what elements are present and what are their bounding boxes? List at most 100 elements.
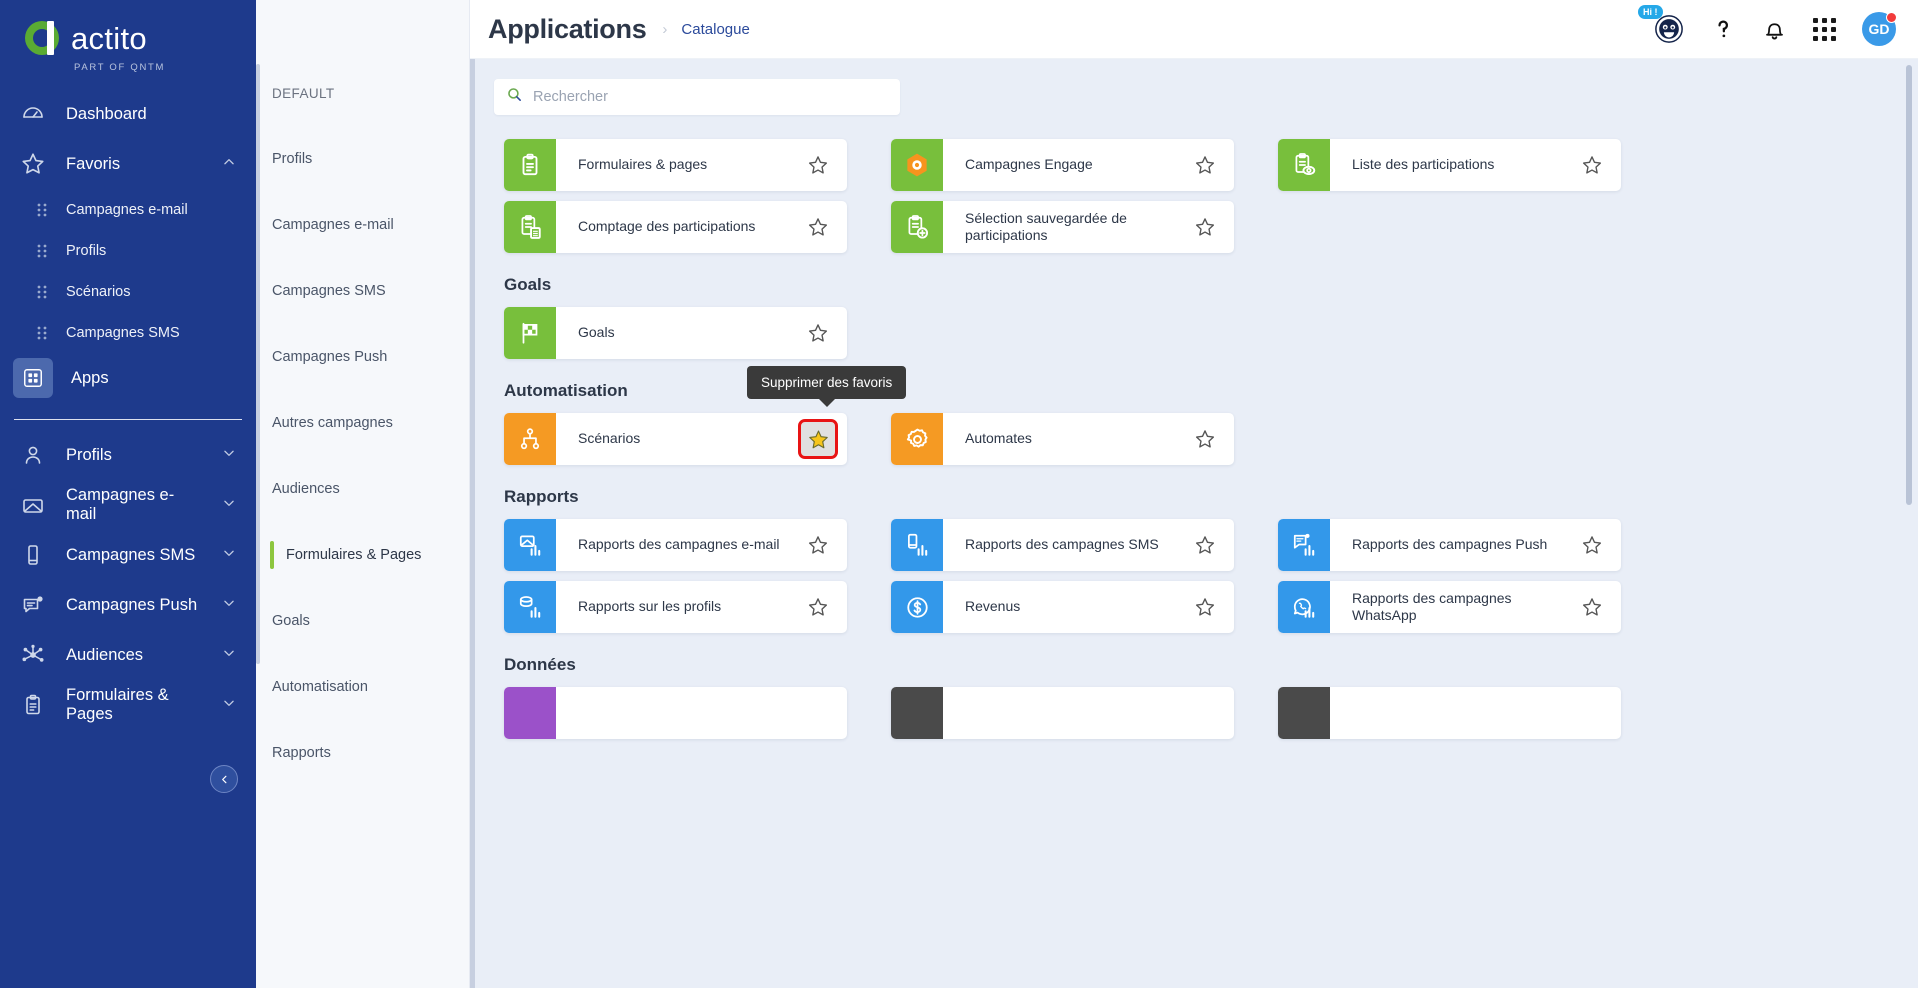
- favorite-star-icon[interactable]: [1188, 528, 1222, 562]
- sidebar-item-label: Campagnes Push: [66, 595, 198, 614]
- app-card-donnees-3[interactable]: [1278, 687, 1621, 739]
- app-card-revenus[interactable]: Revenus: [891, 581, 1234, 633]
- favorite-star-icon[interactable]: [801, 210, 835, 244]
- envelope-icon: [18, 490, 48, 520]
- clipboard-eye-icon: [1278, 139, 1330, 191]
- section-formulaires-grid: Formulaires & pages Campagnes Engage Lis…: [504, 139, 1888, 253]
- category-item-audiences[interactable]: Audiences: [256, 456, 469, 522]
- favorite-star-icon[interactable]: [801, 528, 835, 562]
- question-mark-icon[interactable]: [1710, 16, 1736, 42]
- section-title-goals: Goals: [504, 275, 552, 294]
- sidebar-subitem-profils[interactable]: Profils: [0, 230, 256, 271]
- app-card-donnees-2[interactable]: [891, 687, 1234, 739]
- section-goals-grid: Goals: [504, 307, 1888, 359]
- app-card-donnees-1[interactable]: [504, 687, 847, 739]
- catalogue-body: Formulaires & pages: [470, 59, 1918, 759]
- checkered-flag-icon: [504, 307, 556, 359]
- favorite-star-icon[interactable]: [1188, 590, 1222, 624]
- category-item-autres-campagnes[interactable]: Autres campagnes: [256, 390, 469, 456]
- chevron-down-icon[interactable]: [222, 646, 236, 665]
- app-card-label: Sélection sauvegardée de participations: [965, 209, 1127, 244]
- favorite-star-icon[interactable]: [801, 316, 835, 350]
- chevron-up-icon[interactable]: [222, 155, 236, 174]
- app-card-campagnes-engage[interactable]: Campagnes Engage: [891, 139, 1234, 191]
- app-card-liste-participations[interactable]: Liste des participations: [1278, 139, 1621, 191]
- category-item-campagnes-sms[interactable]: Campagnes SMS: [256, 258, 469, 324]
- sidebar-subitem-campagnes-email[interactable]: Campagnes e-mail: [0, 189, 256, 230]
- gear-icon: [891, 413, 943, 465]
- category-item-automatisation[interactable]: Automatisation: [256, 654, 469, 720]
- favorite-star-icon[interactable]: [1188, 422, 1222, 456]
- main-scrollbar[interactable]: [1906, 65, 1912, 505]
- favorite-star-icon-active[interactable]: [798, 419, 838, 459]
- app-card-rapports-campagnes-push[interactable]: Rapports des campagnes Push: [1278, 519, 1621, 571]
- sidebar-item-campagnes-email[interactable]: Campagnes e-mail: [0, 480, 256, 530]
- sidebar-item-campagnes-sms[interactable]: Campagnes SMS: [0, 530, 256, 580]
- sidebar-divider: [14, 419, 242, 420]
- app-card-label: Rapports des campagnes Push: [1352, 536, 1548, 553]
- favorite-star-icon[interactable]: [1188, 148, 1222, 182]
- chevron-down-icon[interactable]: [222, 546, 236, 565]
- sidebar-subitem-scenarios[interactable]: Scénarios: [0, 271, 256, 312]
- dashboard-icon: [18, 99, 48, 129]
- chevron-down-icon[interactable]: [222, 496, 236, 515]
- breadcrumb-catalogue[interactable]: Catalogue: [681, 21, 749, 38]
- sidebar-item-apps[interactable]: Apps: [0, 353, 256, 403]
- app-card-scenarios[interactable]: Scénarios: [504, 413, 847, 465]
- chevron-down-icon[interactable]: [222, 596, 236, 615]
- app-card-automates[interactable]: Automates: [891, 413, 1234, 465]
- data-icon: [1278, 687, 1330, 739]
- app-card-goals[interactable]: Goals: [504, 307, 847, 359]
- sidebar-item-label: Audiences: [66, 645, 144, 664]
- category-item-profils[interactable]: Profils: [256, 126, 469, 192]
- search-bar[interactable]: [494, 79, 900, 115]
- network-nodes-icon: [18, 640, 48, 670]
- app-card-label: Comptage des participations: [578, 218, 756, 235]
- sidebar-item-profils[interactable]: Profils: [0, 430, 256, 480]
- favorite-star-icon[interactable]: [1575, 528, 1609, 562]
- avatar[interactable]: GD: [1862, 12, 1897, 46]
- sidebar-item-audiences[interactable]: Audiences: [0, 630, 256, 680]
- category-item-goals[interactable]: Goals: [256, 588, 469, 654]
- tooltip-supprimer-des-favoris: Supprimer des favoris: [747, 366, 907, 399]
- app-card-rapports-campagnes-email[interactable]: Rapports des campagnes e-mail: [504, 519, 847, 571]
- sidebar-item-formulaires-pages[interactable]: Formulaires & Pages: [0, 680, 256, 730]
- drag-handle-icon: [34, 318, 50, 348]
- favorite-star-icon[interactable]: [1575, 590, 1609, 624]
- favorite-star-icon[interactable]: [801, 148, 835, 182]
- grid-dots-icon[interactable]: [1813, 17, 1836, 41]
- user-icon: [18, 440, 48, 470]
- sidebar-subitem-campagnes-sms[interactable]: Campagnes SMS: [0, 312, 256, 353]
- app-card-comptage-participations[interactable]: Comptage des participations: [504, 201, 847, 253]
- report-profiles-icon: [504, 581, 556, 633]
- sidebar-item-label: Apps: [71, 368, 109, 387]
- app-card-rapports-whatsapp[interactable]: Rapports des campagnes WhatsApp: [1278, 581, 1621, 633]
- apps-grid-icon: [13, 358, 53, 398]
- app-card-label: Rapports des campagnes SMS: [965, 536, 1159, 553]
- sidebar-item-label: Campagnes e-mail: [66, 486, 175, 523]
- search-input[interactable]: [533, 89, 888, 105]
- category-item-formulaires-pages[interactable]: Formulaires & Pages: [256, 522, 469, 588]
- chevron-down-icon[interactable]: [222, 696, 236, 715]
- bell-icon[interactable]: [1762, 17, 1787, 42]
- favorite-star-icon[interactable]: [801, 590, 835, 624]
- clipboard-calc-icon: [504, 201, 556, 253]
- app-card-rapports-profils[interactable]: Rapports sur les profils: [504, 581, 847, 633]
- sidebar-item-campagnes-push[interactable]: Campagnes Push: [0, 580, 256, 630]
- sidebar-collapse-button[interactable]: [210, 765, 238, 793]
- clipboard-plus-icon: [891, 201, 943, 253]
- category-item-rapports[interactable]: Rapports: [256, 720, 469, 786]
- favorite-star-icon[interactable]: [1188, 210, 1222, 244]
- app-card-rapports-campagnes-sms[interactable]: Rapports des campagnes SMS: [891, 519, 1234, 571]
- category-item-campagnes-email[interactable]: Campagnes e-mail: [256, 192, 469, 258]
- brand-logo[interactable]: actito PART OF QNTM: [0, 0, 256, 89]
- category-item-campagnes-push[interactable]: Campagnes Push: [256, 324, 469, 390]
- app-card-selection-sauvegardee[interactable]: Sélection sauvegardée de participations: [891, 201, 1234, 253]
- chatbot-face-icon[interactable]: Hi !: [1638, 5, 1684, 44]
- chevron-down-icon[interactable]: [222, 446, 236, 465]
- app-card-formulaires-pages[interactable]: Formulaires & pages: [504, 139, 847, 191]
- favorite-star-icon[interactable]: [1575, 148, 1609, 182]
- app-card-label: Rapports des campagnes e-mail: [578, 536, 780, 553]
- sidebar-item-favoris[interactable]: Favoris: [0, 139, 256, 189]
- sidebar-item-dashboard[interactable]: Dashboard: [0, 89, 256, 139]
